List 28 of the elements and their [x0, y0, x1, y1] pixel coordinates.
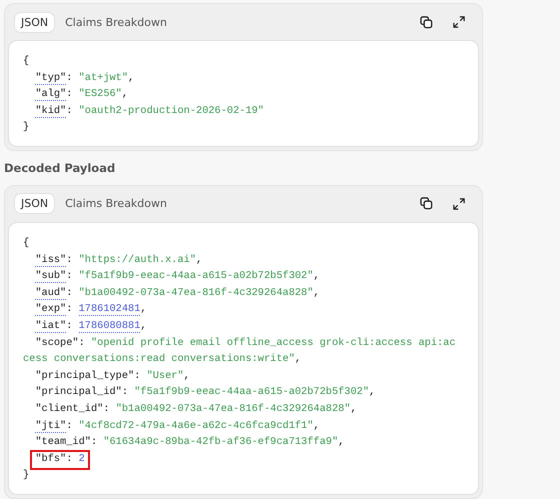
code-line: "principal_id": "f5a1f9b9-eeac-44aa-a615-a02b72b5f302",: [34, 385, 376, 400]
brace: }: [23, 120, 30, 136]
expand-icon[interactable]: [453, 198, 465, 210]
brace: {: [23, 54, 30, 69]
copy-icon[interactable]: [420, 16, 433, 28]
section-title: Decoded Payload: [4, 160, 116, 175]
code-line: "iat": 1786080881,: [34, 318, 148, 335]
view-tab[interactable]: Claims Breakdown: [59, 12, 173, 32]
code-line: "sub": "f5a1f9b9-eeac-44aa-a615-a02b72b5f302",: [34, 269, 321, 285]
expand-icon[interactable]: [453, 16, 465, 28]
code-line: "exp": 1786102481,: [34, 302, 148, 318]
code-line: "aud": "b1a00492-073a-47ea-816f-4c329264a828",: [34, 286, 321, 302]
view-tab[interactable]: JSON: [14, 12, 56, 32]
brace: {: [23, 236, 30, 251]
code-line: "kid": "oauth2-production-2026-02-19": [34, 104, 265, 120]
code-line: "team_id": "61634a9c-89ba-42fb-af36-ef9ca713ffa9",: [34, 435, 346, 450]
code-line: "client_id": "b1a00492-073a-47ea-816f-4c329264a828",: [34, 402, 358, 417]
view-tab[interactable]: Claims Breakdown: [59, 194, 173, 214]
brace: }: [23, 468, 30, 484]
view-tab[interactable]: JSON: [14, 193, 56, 214]
code-line: "typ": "at+jwt",: [34, 70, 136, 86]
code-line: "iss": "https://auth.x.ai",: [34, 252, 204, 268]
code-line: "scope": "openid profile email offline_access grok-cli:access api:access conversations:read conversations:write",: [23, 336, 456, 368]
code-line: "alg": "ES256",: [34, 87, 130, 103]
code-line: "jti": "4cf8cd72-479a-4a6e-a62c-4c6fca9cd1f1",: [34, 418, 321, 434]
copy-icon[interactable]: [420, 197, 433, 210]
code-line: "principal_type": "User",: [34, 368, 191, 384]
code-line: "bfs": 2: [23, 450, 456, 468]
